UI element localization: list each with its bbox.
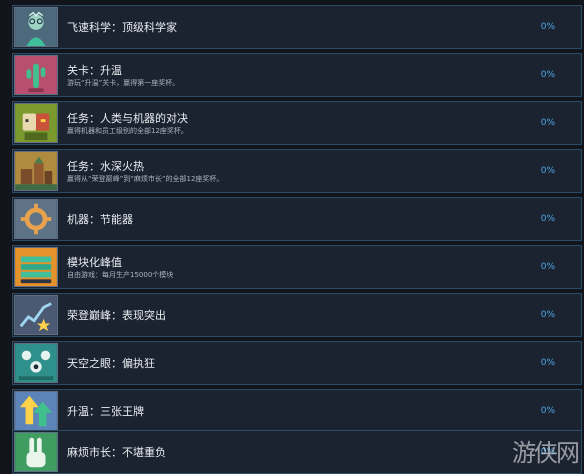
achievement-progress: 0% (540, 70, 555, 80)
achievement-description: 赢得从“荣登巅峰”到“麻烦市长”的全部12座奖杯。 (67, 175, 224, 183)
watermark: 游侠网 (512, 439, 580, 467)
achievement-row[interactable]: 荣登巅峰：表现突出 0% (12, 293, 582, 337)
achievement-description: 游玩“升温”关卡，赢得第一座奖杯。 (67, 79, 180, 87)
achievement-title: 麻烦市长：不堪重负 (67, 446, 166, 459)
achievement-progress: 0% (540, 262, 555, 272)
gear-icon (14, 199, 58, 239)
modules-icon (14, 247, 58, 287)
achievement-title: 关卡：升温 (67, 64, 122, 77)
achievement-row[interactable]: 模块化峰值 自由游戏：每月生产15000个模块 0% (12, 245, 582, 289)
achievement-progress: 0% (540, 118, 555, 128)
achievement-title: 任务：人类与机器的对决 (67, 112, 188, 125)
achievement-title: 模块化峰值 (67, 256, 122, 269)
robot-human-icon (14, 103, 58, 143)
achievement-row[interactable]: 任务：水深火热 赢得从“荣登巅峰”到“麻烦市长”的全部12座奖杯。 0% (12, 149, 582, 193)
achievement-row[interactable]: 天空之眼：偏执狂 0% (12, 341, 582, 385)
achievement-title: 升温：三张王牌 (67, 405, 144, 418)
achievement-progress: 0% (540, 214, 555, 224)
cactus-icon (14, 55, 58, 95)
achievement-progress: 0% (540, 358, 555, 368)
achievement-description: 赢得机器和员工级别的全部12座奖杯。 (67, 127, 188, 135)
drones-icon (14, 343, 58, 383)
achievement-title: 飞速科学：顶级科学家 (67, 21, 177, 34)
achievement-title: 任务：水深火热 (67, 160, 144, 173)
achievement-title: 荣登巅峰：表现突出 (67, 309, 166, 322)
peace-hand-icon (14, 432, 58, 472)
achievement-row[interactable]: 机器：节能器 0% (12, 197, 582, 241)
achievement-progress: 0% (540, 406, 555, 416)
achievement-progress: 0% (540, 310, 555, 320)
achievement-progress: 0% (540, 22, 555, 32)
town-icon (14, 151, 58, 191)
achievement-row[interactable]: 升温：三张王牌 0% (12, 389, 582, 433)
scientist-icon (14, 7, 58, 47)
achievement-row[interactable]: 飞速科学：顶级科学家 0% (12, 5, 582, 49)
achievement-progress: 0% (540, 166, 555, 176)
achievement-row[interactable]: 任务：人类与机器的对决 赢得机器和员工级别的全部12座奖杯。 0% (12, 101, 582, 145)
achievement-row[interactable]: 麻烦市长：不堪重负 0% (12, 430, 582, 474)
achievement-title: 机器：节能器 (67, 213, 133, 226)
up-arrows-icon (14, 391, 58, 431)
achievement-description: 自由游戏：每月生产15000个模块 (67, 271, 174, 279)
achievement-row[interactable]: 关卡：升温 游玩“升温”关卡，赢得第一座奖杯。 0% (12, 53, 582, 97)
chart-star-icon (14, 295, 58, 335)
achievement-title: 天空之眼：偏执狂 (67, 357, 155, 370)
